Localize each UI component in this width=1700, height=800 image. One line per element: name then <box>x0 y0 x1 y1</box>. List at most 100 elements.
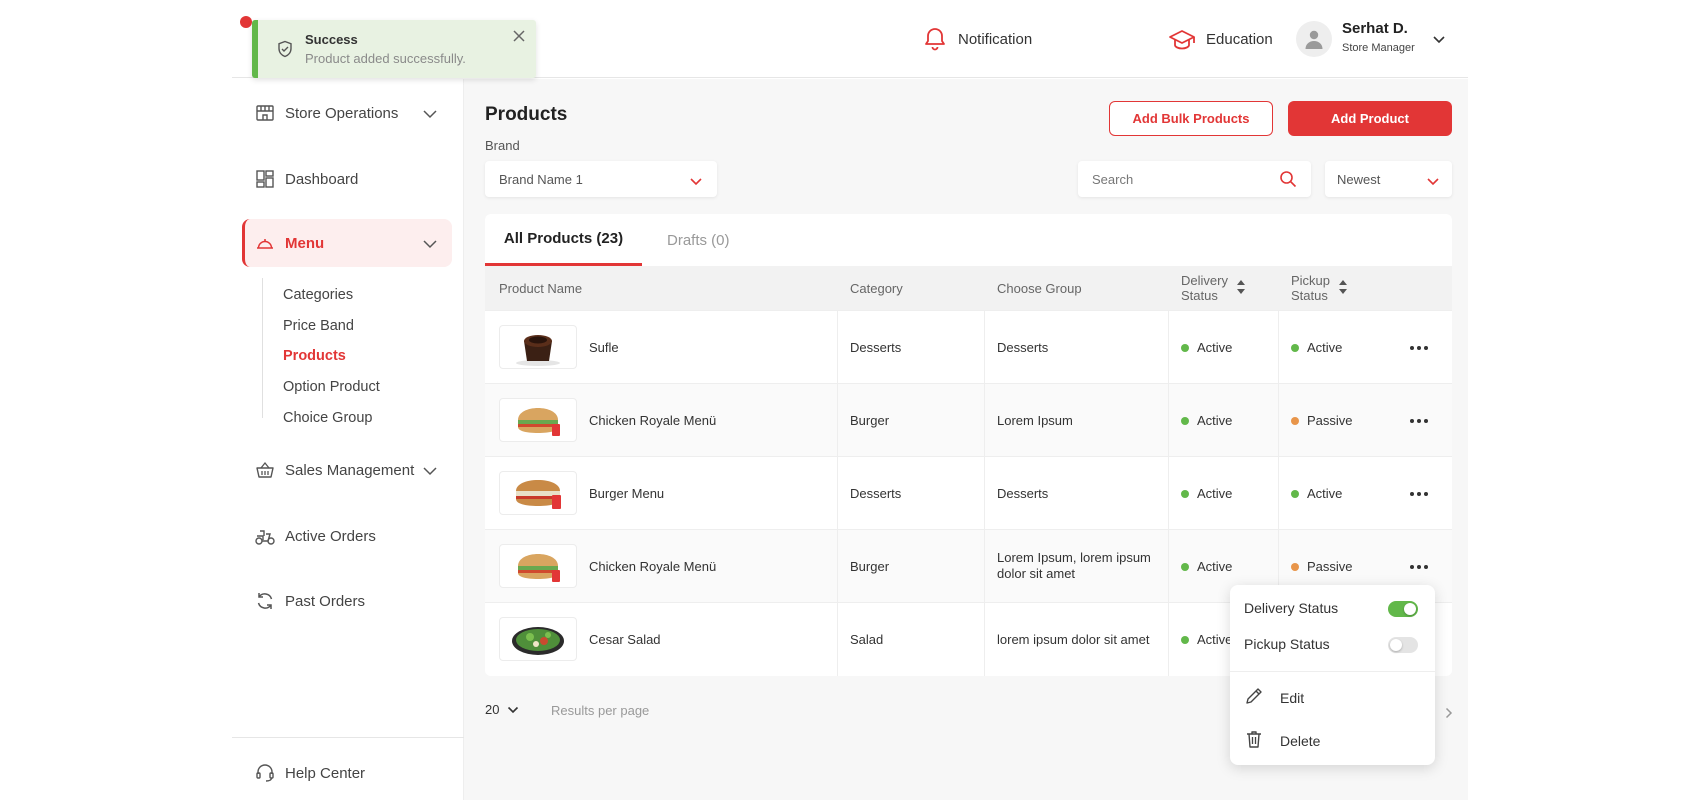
sort-icon <box>1338 279 1348 298</box>
toast-message: Product added successfully. <box>305 51 466 66</box>
divider <box>984 457 985 530</box>
sidebar-item-dashboard[interactable]: Dashboard <box>242 155 452 203</box>
more-options-icon[interactable] <box>1409 338 1429 356</box>
user-menu-chevron-icon[interactable] <box>1432 32 1446 50</box>
trash-icon <box>1244 729 1264 752</box>
graduation-cap-icon <box>1168 26 1196 52</box>
sidebar-item-sales-management[interactable]: Sales Management <box>242 446 452 494</box>
tab-drafts[interactable]: Drafts (0) <box>667 214 730 266</box>
toggle-knob <box>1404 603 1416 615</box>
search-icon[interactable] <box>1279 170 1297 193</box>
table-header: Product Name Category Choose Group Deliv… <box>485 266 1452 310</box>
sidebar: Store Operations Dashboard Menu Categori… <box>232 79 464 800</box>
close-icon[interactable] <box>512 29 526 48</box>
table-row[interactable]: Chicken Royale Menü Burger Lorem Ipsum A… <box>485 383 1452 457</box>
chevron-down-icon <box>422 463 438 480</box>
dashboard-icon <box>254 168 276 190</box>
search-input[interactable] <box>1092 170 1272 188</box>
status-label: Active <box>1197 559 1233 574</box>
sidebar-item-menu[interactable]: Menu <box>242 219 452 267</box>
sidebar-item-store-operations[interactable]: Store Operations <box>242 89 452 137</box>
chevron-right-icon[interactable] <box>1445 706 1453 724</box>
bell-icon <box>922 26 948 52</box>
logo-icon <box>240 16 252 28</box>
status-dot <box>1181 562 1189 571</box>
table-row[interactable]: Sufle Desserts Desserts Active Active <box>485 310 1452 384</box>
status-dot <box>1291 343 1299 352</box>
sort-select[interactable]: Newest <box>1325 161 1452 197</box>
chevron-down-icon <box>422 236 438 253</box>
status-dot <box>1181 489 1189 498</box>
sidebar-item-active-orders[interactable]: Active Orders <box>242 512 452 560</box>
delivery-status-toggle[interactable] <box>1388 601 1418 617</box>
pickup-status: Passive <box>1291 559 1353 574</box>
column-header-delivery-status[interactable]: Delivery Status <box>1181 266 1246 310</box>
avatar[interactable] <box>1296 21 1332 57</box>
divider <box>837 311 838 384</box>
brand-select-value: Brand Name 1 <box>499 171 583 187</box>
add-product-button[interactable]: Add Product <box>1288 101 1452 136</box>
delivery-status: Active <box>1181 632 1232 647</box>
shield-check-icon <box>276 40 294 63</box>
divider <box>984 384 985 457</box>
status-dot <box>1181 343 1189 352</box>
column-header-pickup-status[interactable]: Pickup Status <box>1291 266 1348 310</box>
submenu-item-option-product[interactable]: Option Product <box>283 379 380 395</box>
submenu-item-products[interactable]: Products <box>283 348 346 364</box>
per-page-select[interactable]: 20 <box>485 702 519 717</box>
divider <box>984 603 985 676</box>
product-category: Desserts <box>850 340 902 355</box>
more-options-icon[interactable] <box>1409 557 1429 575</box>
delivery-status-label: Delivery Status <box>1244 600 1339 616</box>
sidebar-item-past-orders[interactable]: Past Orders <box>242 577 452 625</box>
sidebar-item-label: Sales Management <box>285 461 415 479</box>
edit-button[interactable]: Edit <box>1244 686 1304 709</box>
status-dot <box>1181 416 1189 425</box>
delivery-status: Active <box>1181 413 1232 428</box>
sort-select-value: Newest <box>1337 171 1381 187</box>
notification-label: Notification <box>958 30 1033 48</box>
divider <box>984 530 985 603</box>
chevron-down-icon <box>507 702 519 717</box>
pickup-status-toggle[interactable] <box>1388 637 1418 653</box>
product-group: Lorem Ipsum, lorem ipsum dolor sit amet <box>997 550 1151 581</box>
sidebar-item-help-center[interactable]: Help Center <box>242 749 452 797</box>
pencil-icon <box>1244 686 1264 709</box>
submenu-item-choice-group[interactable]: Choice Group <box>283 410 372 426</box>
divider <box>1278 311 1279 384</box>
column-header-category: Category <box>850 280 903 296</box>
divider <box>837 384 838 457</box>
divider <box>1168 530 1169 603</box>
delete-button[interactable]: Delete <box>1244 729 1320 752</box>
table-row[interactable]: Burger Menu Desserts Desserts Active Act… <box>485 456 1452 530</box>
product-group: lorem ipsum dolor sit amet <box>997 632 1150 647</box>
status-label: Active <box>1197 632 1233 647</box>
more-options-icon[interactable] <box>1409 411 1429 429</box>
more-options-icon[interactable] <box>1409 484 1429 502</box>
submenu-item-categories[interactable]: Categories <box>283 287 353 303</box>
divider <box>837 530 838 603</box>
product-group: Desserts <box>997 486 1049 501</box>
pickup-status: Passive <box>1291 413 1353 428</box>
notification-button[interactable]: Notification <box>922 24 1032 54</box>
education-button[interactable]: Education <box>1168 24 1273 54</box>
divider <box>1168 384 1169 457</box>
divider <box>1278 384 1279 457</box>
chevron-down-icon <box>422 106 438 123</box>
toast-title: Success <box>305 32 358 47</box>
divider <box>984 311 985 384</box>
divider <box>232 737 464 738</box>
sidebar-item-label: Dashboard <box>285 170 359 188</box>
divider <box>1168 603 1169 676</box>
brand-select[interactable]: Brand Name 1 <box>485 161 717 197</box>
toggle-knob <box>1390 639 1402 651</box>
product-name: Burger Menu <box>589 486 665 501</box>
tab-all-products[interactable]: All Products (23) <box>485 214 642 266</box>
submenu-item-price-band[interactable]: Price Band <box>283 318 354 334</box>
product-name: Sufle <box>589 340 619 355</box>
status-label: Passive <box>1307 559 1353 574</box>
add-bulk-products-button[interactable]: Add Bulk Products <box>1109 101 1273 136</box>
product-name: Chicken Royale Menü <box>589 413 717 428</box>
column-header-choose-group: Choose Group <box>997 280 1082 296</box>
column-header-label: Status <box>1181 288 1218 303</box>
